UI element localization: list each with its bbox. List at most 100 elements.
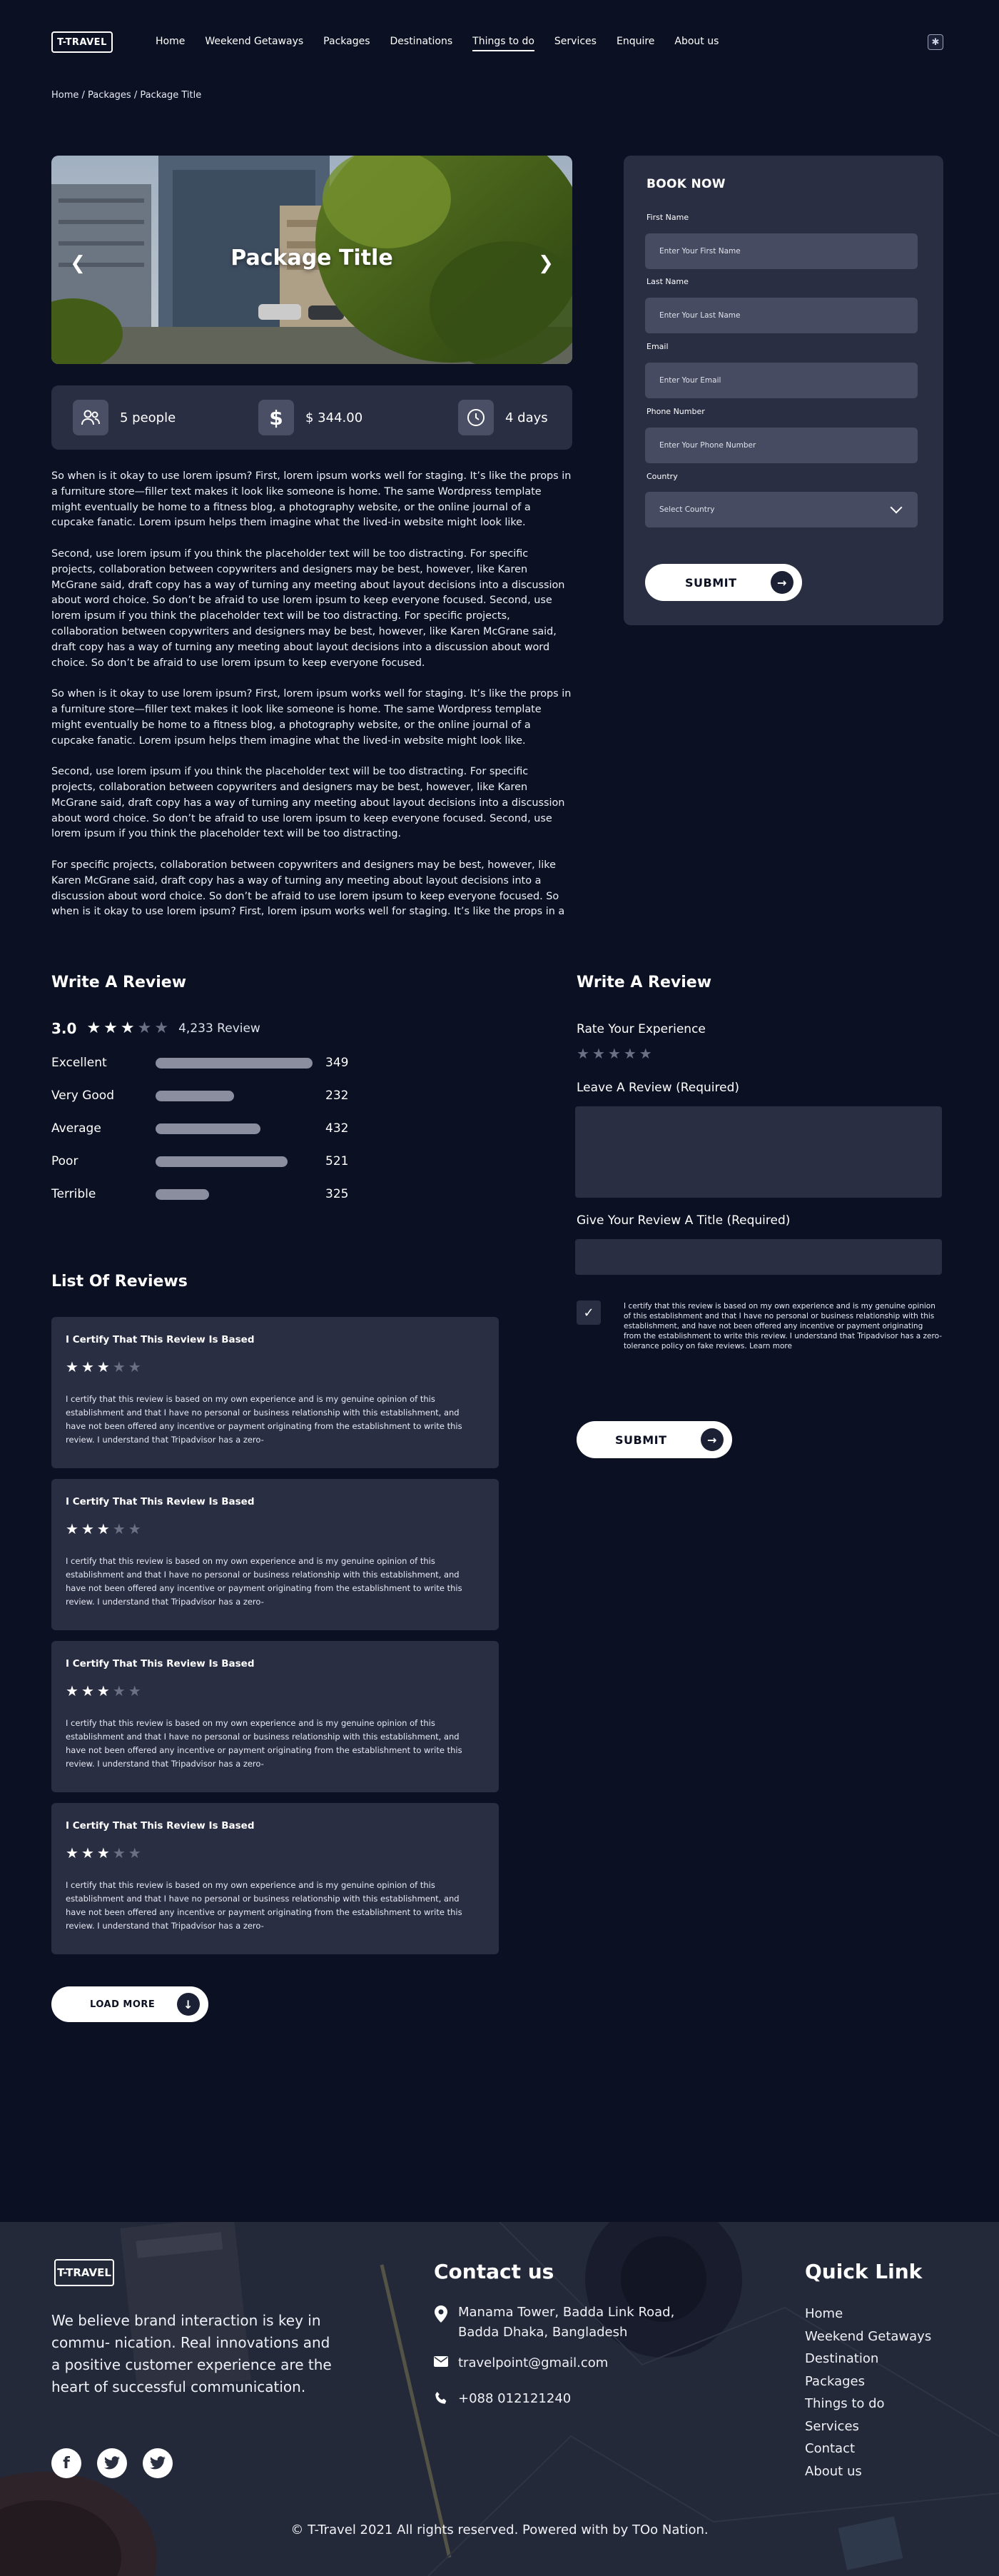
review-card: I Certify That This Review Is Based ★ ★ ★ ★ ★… [51,1641,499,1792]
submit-label: SUBMIT [685,575,737,590]
rating-label: Average [51,1121,101,1136]
carousel-prev-icon[interactable]: ❮ [67,253,88,274]
star-icon: ★ [66,1844,78,1862]
site-logo[interactable]: T-TRAVEL [51,31,113,53]
quick-link-contact[interactable]: Contact [805,2438,931,2460]
star-icon: ★ [86,1019,101,1037]
rating-bar [156,1090,313,1101]
country-select[interactable]: Select Country [645,492,918,527]
rating-count: 521 [325,1154,349,1168]
rating-bar [156,1057,313,1069]
review-list-title: List Of Reviews [51,1273,188,1290]
country-label: Country [646,472,678,481]
review-count: 4,233 Review [178,1021,260,1036]
rating-row: Excellent 349 [51,1056,348,1070]
facebook-icon[interactable]: f [51,2448,81,2478]
breadcrumb[interactable]: Home / Packages / Package Title [51,90,201,101]
twitter-icon[interactable] [97,2448,127,2478]
quick-link-destination[interactable]: Destination [805,2348,931,2370]
arrow-down-icon: ↓ [177,1993,200,2016]
review-body: I certify that this review is based on m… [66,1394,462,1445]
review-summary-title: Write A Review [51,974,187,991]
quick-link-about-us[interactable]: About us [805,2460,931,2483]
email-field[interactable]: Enter Your Email [645,363,918,398]
settings-icon[interactable]: ✱ [928,34,943,50]
review-body: I certify that this review is based on m… [66,1556,462,1607]
nav-item-services[interactable]: Services [554,36,597,51]
contact-address: Manama Tower, Badda Link Road, Badda Dha… [434,2303,676,2343]
address-text: Manama Tower, Badda Link Road, Badda Dha… [458,2305,675,2340]
first-name-label: First Name [646,213,689,222]
rating-row: Average 432 [51,1121,348,1136]
rate-stars-input[interactable]: ★ ★ ★ ★ ★ [577,1046,652,1061]
review-submit-button[interactable]: SUBMIT → [577,1421,732,1458]
twitter-icon[interactable] [143,2448,173,2478]
certify-text: I certify that this review is based on m… [624,1302,943,1350]
rating-bar-fill [156,1057,313,1069]
star-icon: ★ [128,1358,141,1375]
review-card: I Certify That This Review Is Based ★ ★ ★ ★ ★… [51,1479,499,1630]
stat-people: 5 people [73,400,176,435]
nav-item-packages[interactable]: Packages [323,36,370,51]
nav-item-enquire[interactable]: Enquire [617,36,654,51]
star-icon: ★ [154,1019,169,1037]
copyright: © T-Travel 2021 All rights reserved. Pow… [290,2522,709,2537]
email-text[interactable]: travelpoint@gmail.com [458,2353,608,2373]
quick-link-packages[interactable]: Packages [805,2370,931,2393]
star-icon[interactable]: ★ [608,1046,621,1061]
nav-item-things-to-do[interactable]: Things to do [472,36,534,51]
stat-price: $ $ 344.00 [258,400,362,435]
review-body: I certify that this review is based on m… [66,1718,462,1769]
star-icon: ★ [81,1682,94,1699]
rating-row: Terrible 325 [51,1187,348,1201]
rating-count: 325 [325,1187,349,1201]
rating-bar-fill [156,1090,234,1101]
footer-logo[interactable]: T-TRAVEL [54,2259,114,2286]
booking-form: BOOK NOW First Name Enter Your First Nam… [624,156,943,625]
footer-tagline: We believe brand interaction is key in c… [51,2312,332,2395]
carousel-next-icon[interactable]: ❯ [535,253,557,274]
star-icon[interactable]: ★ [592,1046,605,1061]
clock-icon [458,400,494,435]
star-icon[interactable]: ★ [639,1046,652,1061]
quick-link-home[interactable]: Home [805,2303,931,2325]
description-paragraph: So when is it okay to use lorem ipsum? F… [51,688,572,747]
rating-bar-fill [156,1123,261,1134]
review-card: I Certify That This Review Is Based ★ ★ ★ ★ ★… [51,1803,499,1954]
quick-links: Home Weekend Getaways Destination Packages T… [805,2303,931,2482]
review-title-input[interactable] [575,1239,942,1275]
stat-duration: 4 days [458,400,548,435]
score-value: 3.0 [51,1020,77,1037]
certify-checkbox[interactable]: ✓ [577,1300,601,1325]
last-name-field[interactable]: Enter Your Last Name [645,298,918,333]
nav-item-destinations[interactable]: Destinations [390,36,453,51]
load-more-button[interactable]: LOAD MORE ↓ [51,1986,208,2022]
leave-review-label: Leave A Review (Required) [577,1081,739,1095]
nav-item-weekend-getaways[interactable]: Weekend Getaways [205,36,303,51]
quick-link-things-to-do[interactable]: Things to do [805,2393,931,2415]
first-name-field[interactable]: Enter Your First Name [645,233,918,269]
score-stars: ★ ★ ★ ★ ★ [86,1021,168,1036]
nav-item-home[interactable]: Home [156,36,185,51]
rating-row: Poor 521 [51,1154,348,1168]
rating-score: 3.0 ★ ★ ★ ★ ★ 4,233 Review [51,1020,260,1037]
quick-link-services[interactable]: Services [805,2415,931,2438]
star-icon[interactable]: ★ [624,1046,637,1061]
review-textarea[interactable] [575,1106,942,1198]
package-stats: 5 people $ $ 344.00 4 days [51,385,572,450]
contact-email[interactable]: travelpoint@gmail.com [434,2353,608,2373]
phone-text[interactable]: +088 012121240 [458,2389,571,2409]
quick-link-weekend-getaways[interactable]: Weekend Getaways [805,2325,931,2348]
star-icon[interactable]: ★ [577,1046,589,1061]
mail-icon [434,2353,448,2373]
rating-row: Very Good 232 [51,1089,348,1103]
nav-item-about-us[interactable]: About us [674,36,719,51]
phone-field[interactable]: Enter Your Phone Number [645,428,918,463]
phone-icon [434,2389,448,2409]
rating-bar [156,1156,313,1167]
dollar-icon: $ [258,400,294,435]
booking-submit-button[interactable]: SUBMIT → [645,564,802,601]
review-title-label: Give Your Review A Title (Required) [577,1213,791,1228]
quick-link-title: Quick Link [805,2260,923,2283]
contact-phone[interactable]: +088 012121240 [434,2389,571,2409]
